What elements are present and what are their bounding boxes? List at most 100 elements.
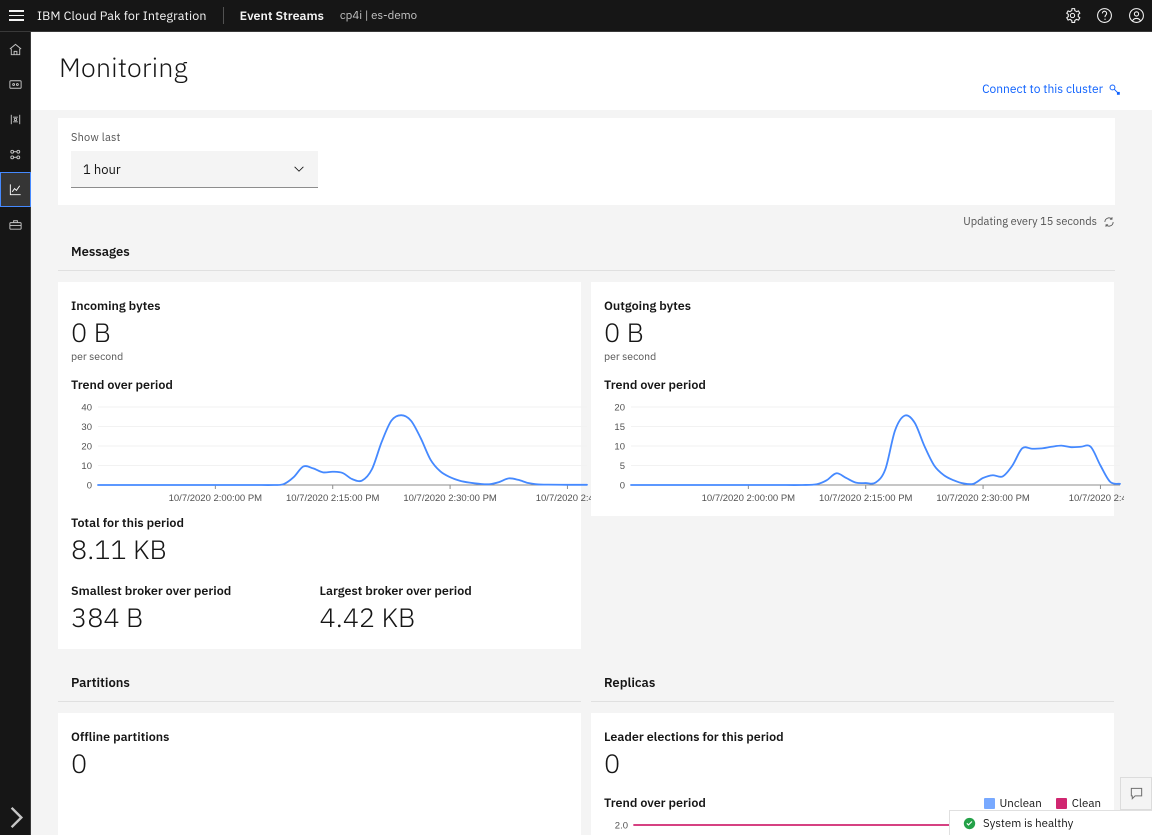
- x-tick-label: 10/7/2020 2:30:00 PM: [936, 493, 1030, 504]
- outgoing-trend-text: Trend over period: [604, 376, 706, 393]
- filter-panel: Show last 1 hour: [58, 118, 1115, 205]
- partitions-heading: Partitions: [58, 663, 581, 703]
- y-tick-label: 20: [614, 402, 625, 413]
- y-tick-label: 20: [81, 441, 92, 452]
- incoming-bytes-card: Incoming bytes 0 B per second Trend over…: [58, 282, 591, 650]
- updating-label: Updating every 15 seconds: [963, 215, 1097, 229]
- incoming-bytes-trend-svg: 0 10 20 30 40 10/7/2020 2:00:00 PM 10/7/2020 2…: [81, 402, 591, 504]
- legend-item-unclean[interactable]: Unclean: [983, 796, 1042, 811]
- incoming-bytes-chart: 0 10 20 30 40 10/7/2020 2:00:00 PM 10/7/2020 2…: [71, 401, 591, 504]
- smallest-broker-block: Smallest broker over period 384 B: [71, 583, 320, 635]
- topics-icon: [8, 80, 22, 89]
- outgoing-bytes-unit: per second: [604, 348, 657, 363]
- section-heads-row: Partitions Replicas: [58, 663, 1115, 703]
- connect-link-label: Connect to this cluster: [982, 82, 1103, 97]
- offline-partitions-value: 0: [71, 746, 88, 782]
- global-header: IBM Cloud Pak for Integration Event Stre…: [0, 0, 1152, 32]
- sidebar-item-consumer-groups[interactable]: [0, 137, 31, 172]
- check-circle-icon: [963, 817, 976, 829]
- updating-status: Updating every 15 seconds: [31, 212, 1115, 232]
- help-icon[interactable]: [1088, 0, 1120, 32]
- largest-broker-block: Largest broker over period 4.42 KB: [320, 583, 569, 635]
- messages-cards-row: Incoming bytes 0 B per second Trend over…: [58, 282, 1124, 650]
- page-header: Monitoring Connect to this cluster: [31, 32, 1152, 110]
- show-last-label: Show last: [71, 131, 121, 145]
- sidebar-item-toolbox[interactable]: [0, 207, 31, 242]
- incoming-trend-label: Trend over period: [71, 377, 568, 393]
- messages-heading: Messages: [58, 232, 1115, 271]
- sidebar-item-producers[interactable]: [0, 102, 31, 137]
- x-tick-label: 10/7/2020 2:30:00 PM: [403, 493, 497, 504]
- incoming-bytes-unit: per second: [71, 348, 124, 363]
- total-period-label: Total for this period: [71, 514, 184, 531]
- replicas-legend: Unclean Clean: [983, 796, 1101, 811]
- consumer-groups-icon: [9, 149, 20, 160]
- broker-stats-row: Smallest broker over period 384 B Larges…: [71, 583, 568, 635]
- refresh-icon: [1104, 217, 1114, 227]
- x-tick-label: 10/7/2020 2:00:00 PM: [169, 493, 263, 504]
- largest-broker-label: Largest broker over period: [319, 582, 472, 599]
- system-health-label: System is healthy: [983, 815, 1074, 831]
- smallest-broker-value: 384 B: [71, 599, 144, 635]
- leader-elections-value: 0: [604, 746, 621, 782]
- x-tick-label: 10/7/2020 2:15:00 PM: [819, 493, 913, 504]
- x-tick-label: 10/7/2020 2:00:00 PM: [702, 493, 796, 504]
- sidebar-item-home[interactable]: [0, 32, 31, 67]
- replicas-heading: Replicas: [591, 663, 1114, 703]
- sidebar-item-topics[interactable]: [0, 67, 31, 102]
- x-tick-label: 10/7/2020 2:45: [536, 493, 591, 504]
- sidebar-item-monitoring[interactable]: [0, 172, 31, 207]
- incoming-total-block: Total for this period 8.11 KB: [71, 515, 568, 567]
- outgoing-bytes-value: 0 B: [604, 315, 644, 350]
- brand-label: IBM Cloud Pak for Integration: [37, 7, 207, 24]
- instance-label: cp4i | es-demo: [339, 8, 418, 23]
- y-tick-label: 30: [81, 422, 92, 433]
- connect-plug-icon: [1109, 84, 1120, 95]
- series-line-incoming-bytes: [97, 414, 588, 486]
- replicas-trend-text: Trend over period: [604, 795, 706, 811]
- product-name-link[interactable]: Event Streams: [224, 8, 340, 24]
- outgoing-bytes-trend-svg: 0 5 10 15 20 10/7/2020 2:00:00 PM 10/7/2020 2:…: [614, 402, 1124, 504]
- gear-icon[interactable]: [1056, 0, 1088, 32]
- page-title: Monitoring: [59, 50, 188, 85]
- producers-icon: [10, 114, 20, 125]
- feedback-chat-button[interactable]: [1120, 777, 1152, 810]
- toolbox-icon: [8, 220, 22, 230]
- offline-partitions-label: Offline partitions: [71, 729, 170, 746]
- system-health-bar: System is healthy: [949, 810, 1152, 835]
- replicas-trend-row: Trend over period Unclean Clean: [604, 795, 1101, 811]
- y-tick-label: 40: [81, 402, 92, 413]
- y-tick-label: 0: [87, 480, 92, 491]
- smallest-broker-label: Smallest broker over period: [71, 582, 232, 599]
- y-tick-label: 2.0: [615, 821, 628, 832]
- y-tick-label: 0: [620, 480, 625, 491]
- outgoing-bytes-chart: 0 5 10 15 20 10/7/2020 2:00:00 PM 10/7/2020 2:…: [604, 401, 1124, 504]
- messages-section: Messages Incoming bytes 0 B per second T…: [58, 232, 1124, 650]
- y-tick-label: 15: [614, 422, 625, 433]
- connect-to-cluster-link[interactable]: Connect to this cluster: [982, 82, 1121, 97]
- global-header-actions: [1056, 0, 1152, 32]
- outgoing-bytes-card: Outgoing bytes 0 B per second Trend over…: [591, 282, 1124, 516]
- legend-swatch-unclean: [983, 797, 995, 809]
- outgoing-trend-label: Trend over period: [604, 377, 1101, 393]
- series-line-outgoing-bytes: [630, 414, 1121, 486]
- incoming-bytes-title: Incoming bytes: [71, 298, 161, 314]
- home-icon: [9, 43, 21, 56]
- total-period-value: 8.11 KB: [71, 531, 167, 567]
- legend-swatch-clean: [1055, 797, 1067, 809]
- incoming-trend-text: Trend over period: [71, 376, 173, 393]
- monitoring-page: Monitoring Connect to this cluster Show …: [31, 32, 1152, 835]
- user-avatar-icon[interactable]: [1120, 0, 1152, 32]
- time-range-dropdown[interactable]: 1 hour: [71, 151, 318, 188]
- y-tick-label: 10: [614, 441, 625, 452]
- chevron-down-icon: [294, 166, 304, 172]
- largest-broker-value: 4.42 KB: [319, 599, 416, 635]
- monitoring-chart-icon: [9, 184, 21, 196]
- chevron-right-icon: [10, 806, 23, 829]
- sidebar-expand-button[interactable]: [0, 800, 31, 835]
- x-tick-label: 10/7/2020 2:45: [1069, 493, 1124, 504]
- hamburger-icon[interactable]: [0, 0, 32, 32]
- left-nav-rail: [0, 32, 31, 835]
- legend-item-clean[interactable]: Clean: [1055, 796, 1101, 811]
